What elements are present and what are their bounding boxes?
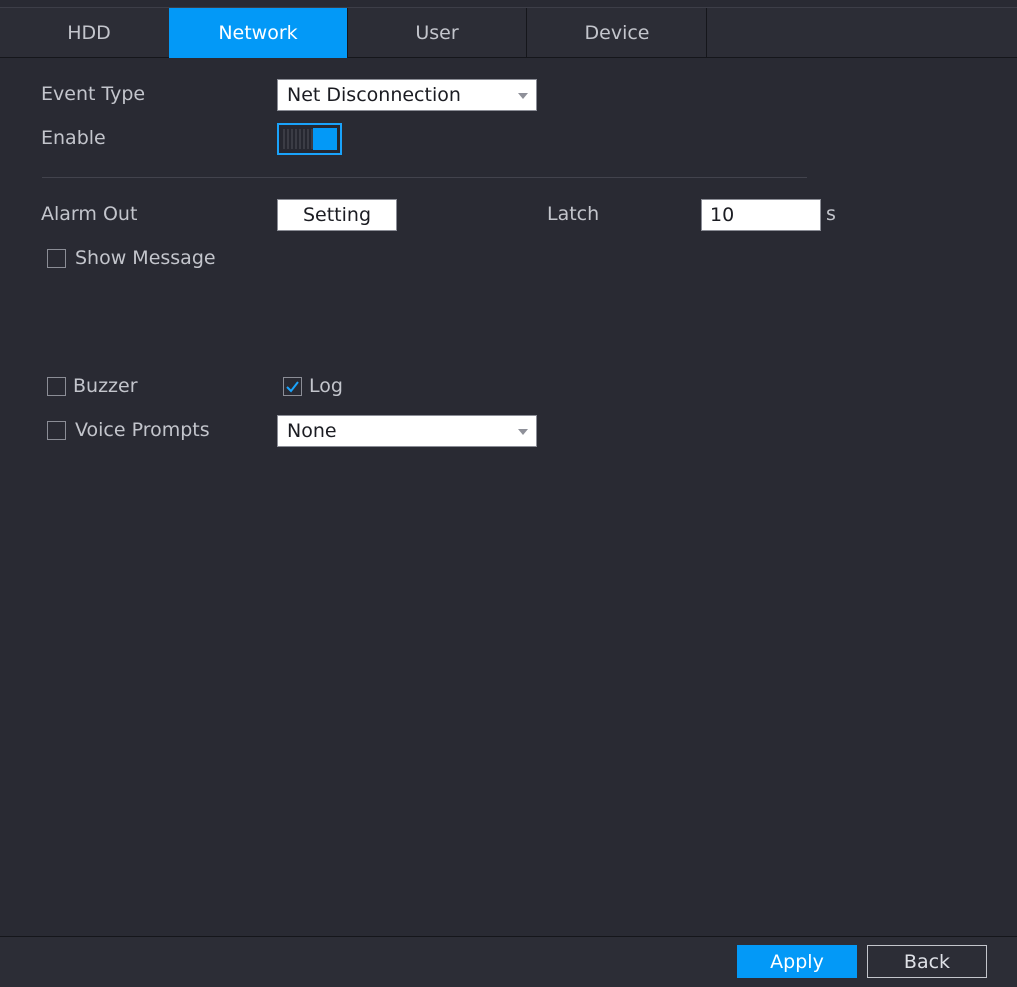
event-type-label: Event Type [41,83,146,105]
section-divider [42,177,807,178]
log-label: Log [309,375,343,397]
latch-unit: s [826,203,836,225]
latch-label: Latch [547,203,600,225]
event-type-select[interactable]: Net Disconnection [277,79,537,111]
chevron-down-icon [518,429,528,435]
tab-device[interactable]: Device [528,8,707,58]
toggle-track [283,129,313,149]
voice-prompts-value: None [287,420,337,442]
event-type-value: Net Disconnection [287,84,461,106]
voice-prompts-label: Voice Prompts [75,419,210,441]
voice-prompts-checkbox[interactable] [47,421,66,440]
tab-user-label: User [415,22,459,44]
tab-network[interactable]: Network [169,8,348,58]
enable-toggle[interactable] [277,123,342,155]
buzzer-label: Buzzer [73,375,138,397]
footer-bar [0,936,1017,987]
tab-hdd[interactable]: HDD [0,8,179,58]
enable-label: Enable [41,127,106,149]
buzzer-checkbox[interactable] [47,377,66,396]
tab-user[interactable]: User [348,8,527,58]
voice-prompts-select[interactable]: None [277,415,537,447]
apply-button[interactable]: Apply [737,945,857,978]
alarm-out-label: Alarm Out [41,203,138,225]
tab-hdd-label: HDD [67,22,111,44]
log-checkbox[interactable] [283,377,302,396]
tab-bar: HDD Network User Device [0,7,1017,58]
tab-network-label: Network [218,22,298,44]
back-button[interactable]: Back [867,945,987,978]
checkmark-icon [286,381,299,393]
setting-button[interactable]: Setting [277,199,397,231]
tab-device-label: Device [584,22,650,44]
latch-input[interactable]: 10 [701,199,821,231]
chevron-down-icon [518,93,528,99]
toggle-knob [313,128,337,150]
show-message-checkbox[interactable] [47,249,66,268]
show-message-label: Show Message [75,247,216,269]
